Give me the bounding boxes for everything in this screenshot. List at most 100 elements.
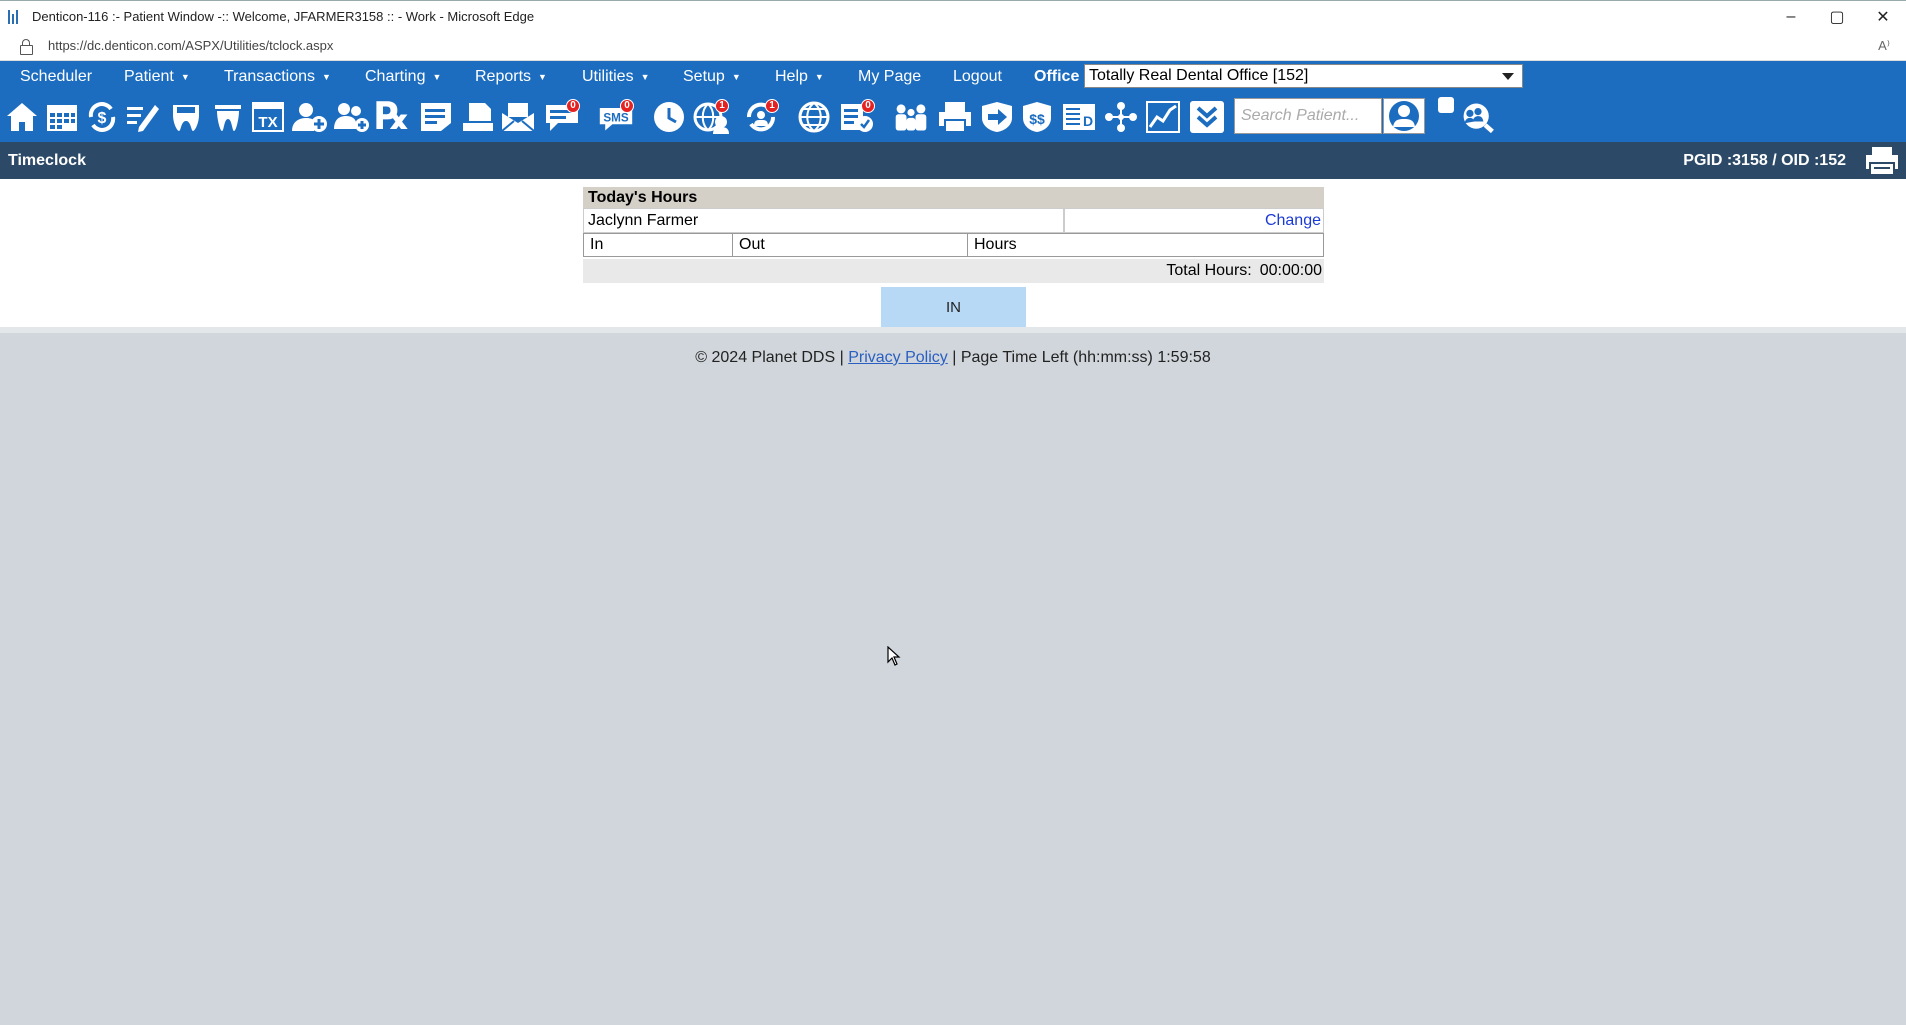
web-icon[interactable]: [797, 99, 833, 135]
sms-icon[interactable]: SMS 0: [598, 99, 634, 135]
menu-transactions[interactable]: Transactions ▼: [224, 68, 331, 86]
menu-reports[interactable]: Reports ▼: [475, 68, 547, 86]
caret-down-icon: ▼: [180, 72, 190, 82]
maximize-button[interactable]: ▢: [1814, 1, 1860, 32]
employee-name: Jaclynn Farmer: [583, 208, 1064, 233]
close-button[interactable]: ✕: [1860, 1, 1906, 32]
mail-icon[interactable]: [500, 99, 536, 135]
dollar-transaction-icon[interactable]: $: [84, 99, 120, 135]
ledger-icon[interactable]: D: [1061, 99, 1097, 135]
svg-text:$$: $$: [1029, 111, 1045, 127]
timeclock-panel: Today's Hours Jaclynn Farmer Change In O…: [0, 179, 1906, 333]
mouse-cursor-icon: [887, 645, 901, 671]
group-search-icon[interactable]: [1460, 99, 1496, 135]
claims-badge: 0: [861, 99, 875, 113]
calendar-icon[interactable]: [44, 99, 80, 135]
sms-badge: 0: [620, 99, 634, 113]
page-ids: PGID :3158 / OID :152: [1683, 151, 1846, 169]
sync-icon[interactable]: 1: [743, 99, 779, 135]
minimize-button[interactable]: –: [1768, 1, 1814, 32]
clock-icon[interactable]: [651, 99, 687, 135]
quick-toolbar: $ TX ℞ 0 SMS 0 1 1 0 $$ D Search Patient…: [0, 93, 1906, 142]
messages-icon[interactable]: 0: [544, 99, 580, 135]
dropdown-arrow-icon: [1502, 73, 1514, 80]
search-placeholder: Search Patient...: [1241, 107, 1360, 124]
menu-help[interactable]: Help ▼: [775, 68, 824, 86]
svg-text:SMS: SMS: [603, 112, 629, 125]
total-hours-value: 00:00:00: [1259, 262, 1322, 279]
add-patient-icon[interactable]: [292, 99, 328, 135]
office-select[interactable]: Totally Real Dental Office [152]: [1084, 64, 1523, 88]
forward-arrow-icon[interactable]: [979, 99, 1015, 135]
main-menu: Scheduler Patient ▼ Transactions ▼ Chartin…: [0, 61, 1906, 93]
checkbox-icon[interactable]: [1436, 95, 1456, 115]
page-title: Timeclock: [8, 151, 86, 169]
total-hours-row: Total Hours: 00:00:00: [583, 259, 1324, 283]
network-icon[interactable]: [1103, 99, 1139, 135]
family-icon[interactable]: [893, 99, 929, 135]
chart-line-icon[interactable]: [1145, 99, 1181, 135]
documents-icon[interactable]: [460, 99, 496, 135]
menu-patient[interactable]: Patient ▼: [124, 68, 190, 86]
column-headers: In Out Hours: [583, 233, 1324, 257]
caret-down-icon: ▼: [322, 72, 331, 82]
svg-text:$: $: [98, 110, 107, 127]
caret-down-icon: ▼: [814, 72, 824, 82]
patient-search-button[interactable]: [1383, 98, 1425, 134]
print-icon[interactable]: [937, 99, 973, 135]
notes-icon[interactable]: [418, 99, 454, 135]
edit-list-icon[interactable]: [124, 99, 160, 135]
chevron-double-down-icon[interactable]: [1189, 99, 1225, 135]
menu-utilities[interactable]: Utilities ▼: [582, 68, 649, 86]
sync-badge: 1: [765, 99, 779, 113]
privacy-policy-link[interactable]: Privacy Policy: [848, 349, 948, 366]
patient-search-input[interactable]: Search Patient...: [1234, 98, 1382, 134]
table-header: Today's Hours: [583, 187, 1324, 208]
menu-setup[interactable]: Setup ▼: [683, 68, 741, 86]
tooth-chart-icon[interactable]: [168, 99, 204, 135]
page-header: Timeclock PGID :3158 / OID :152: [0, 142, 1906, 179]
caret-down-icon: ▼: [731, 72, 741, 82]
globe-user-badge: 1: [715, 99, 729, 113]
lock-icon: [20, 38, 33, 55]
user-search-icon: [1389, 101, 1419, 131]
caret-down-icon: ▼: [432, 72, 442, 82]
page-footer: © 2024 Planet DDS | Privacy Policy | Pag…: [0, 349, 1906, 367]
window-title: Denticon-116 :- Patient Window -:: Welco…: [32, 8, 535, 24]
address-bar[interactable]: https://dc.denticon.com/ASPX/Utilities/t…: [0, 31, 1906, 61]
clock-in-button[interactable]: IN: [881, 287, 1026, 327]
page-time-left: | Page Time Left (hh:mm:ss) 1:59:58: [952, 349, 1211, 366]
insurance-dollar-icon[interactable]: $$: [1019, 99, 1055, 135]
todays-hours-table: Today's Hours Jaclynn Farmer Change In O…: [583, 187, 1324, 283]
messages-badge: 0: [566, 99, 580, 113]
tooth-icon[interactable]: [210, 99, 246, 135]
window-title-bar: Denticon-116 :- Patient Window -:: Welco…: [0, 0, 1906, 31]
prescription-icon[interactable]: ℞: [374, 96, 410, 138]
menu-charting[interactable]: Charting ▼: [365, 68, 441, 86]
tx-plan-icon[interactable]: TX: [250, 99, 286, 135]
total-hours-label: Total Hours:: [1166, 262, 1252, 279]
column-in: In: [584, 234, 733, 256]
add-family-icon[interactable]: [334, 99, 370, 135]
prescription-glyph: ℞: [374, 96, 410, 138]
caret-down-icon: ▼: [538, 72, 547, 82]
print-page-icon[interactable]: [1864, 145, 1900, 177]
column-out: Out: [733, 234, 968, 256]
menu-logout[interactable]: Logout: [953, 68, 1002, 86]
office-select-value: Totally Real Dental Office [152]: [1089, 67, 1309, 84]
read-aloud-icon[interactable]: A⁾: [1878, 38, 1890, 54]
claims-icon[interactable]: 0: [839, 99, 875, 135]
globe-user-icon[interactable]: 1: [693, 99, 729, 135]
change-link[interactable]: Change: [1265, 212, 1321, 230]
office-label: Office: [1034, 68, 1080, 85]
menu-scheduler[interactable]: Scheduler: [20, 68, 92, 86]
change-cell: Change: [1064, 208, 1324, 233]
url-text[interactable]: https://dc.denticon.com/ASPX/Utilities/t…: [48, 38, 333, 53]
menu-my-page[interactable]: My Page: [858, 68, 921, 86]
svg-text:TX: TX: [258, 114, 277, 131]
home-icon[interactable]: [4, 99, 40, 135]
column-hours: Hours: [974, 236, 1017, 253]
svg-text:D: D: [1083, 113, 1093, 129]
copyright-text: © 2024 Planet DDS |: [695, 349, 844, 366]
caret-down-icon: ▼: [640, 72, 650, 82]
